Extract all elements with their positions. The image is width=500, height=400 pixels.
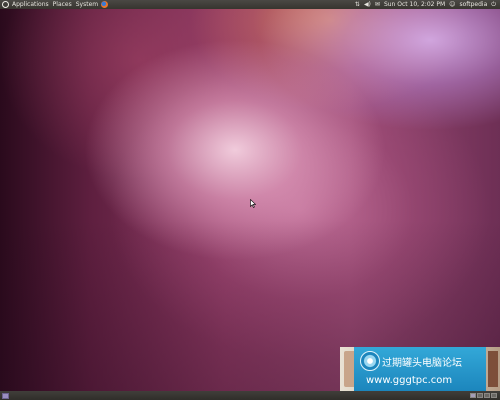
network-icon[interactable]: ⇅ bbox=[353, 0, 362, 9]
menu-system[interactable]: System bbox=[74, 0, 100, 9]
mouse-pointer-icon bbox=[250, 199, 256, 208]
watermark-title: 过期罐头电脑论坛 bbox=[382, 358, 462, 369]
workspace-switcher[interactable] bbox=[470, 393, 497, 398]
watermark-logo-icon bbox=[360, 351, 380, 371]
menu-places[interactable]: Places bbox=[51, 0, 74, 9]
top-panel: Applications Places System ⇅ ◀) ✉ Sun Oc… bbox=[0, 0, 500, 9]
mail-icon[interactable]: ✉ bbox=[373, 0, 382, 9]
workspace-4[interactable] bbox=[491, 393, 497, 398]
main-menu: Applications Places System bbox=[0, 0, 109, 9]
volume-icon[interactable]: ◀) bbox=[362, 0, 373, 9]
show-desktop-icon[interactable] bbox=[2, 392, 9, 399]
user-icon: ☺ bbox=[449, 1, 456, 8]
clock[interactable]: Sun Oct 10, 2:02 PM bbox=[382, 0, 447, 9]
workspace-2[interactable] bbox=[477, 393, 483, 398]
watermark: 过期罐头电脑论坛 www.gggtpc.com bbox=[340, 347, 500, 391]
workspace-1[interactable] bbox=[470, 393, 476, 398]
system-tray: ⇅ ◀) ✉ Sun Oct 10, 2:02 PM ☺ softpedia ⏻ bbox=[353, 0, 500, 9]
firefox-launcher-icon[interactable] bbox=[101, 1, 109, 8]
user-name[interactable]: softpedia bbox=[457, 0, 489, 9]
watermark-url: www.gggtpc.com bbox=[366, 375, 453, 386]
watermark-right-seal bbox=[488, 351, 498, 387]
workspace-3[interactable] bbox=[484, 393, 490, 398]
bottom-panel bbox=[0, 391, 500, 400]
ubuntu-logo-icon[interactable] bbox=[2, 1, 9, 8]
menu-applications[interactable]: Applications bbox=[10, 0, 51, 9]
power-icon[interactable]: ⏻ bbox=[489, 0, 498, 9]
